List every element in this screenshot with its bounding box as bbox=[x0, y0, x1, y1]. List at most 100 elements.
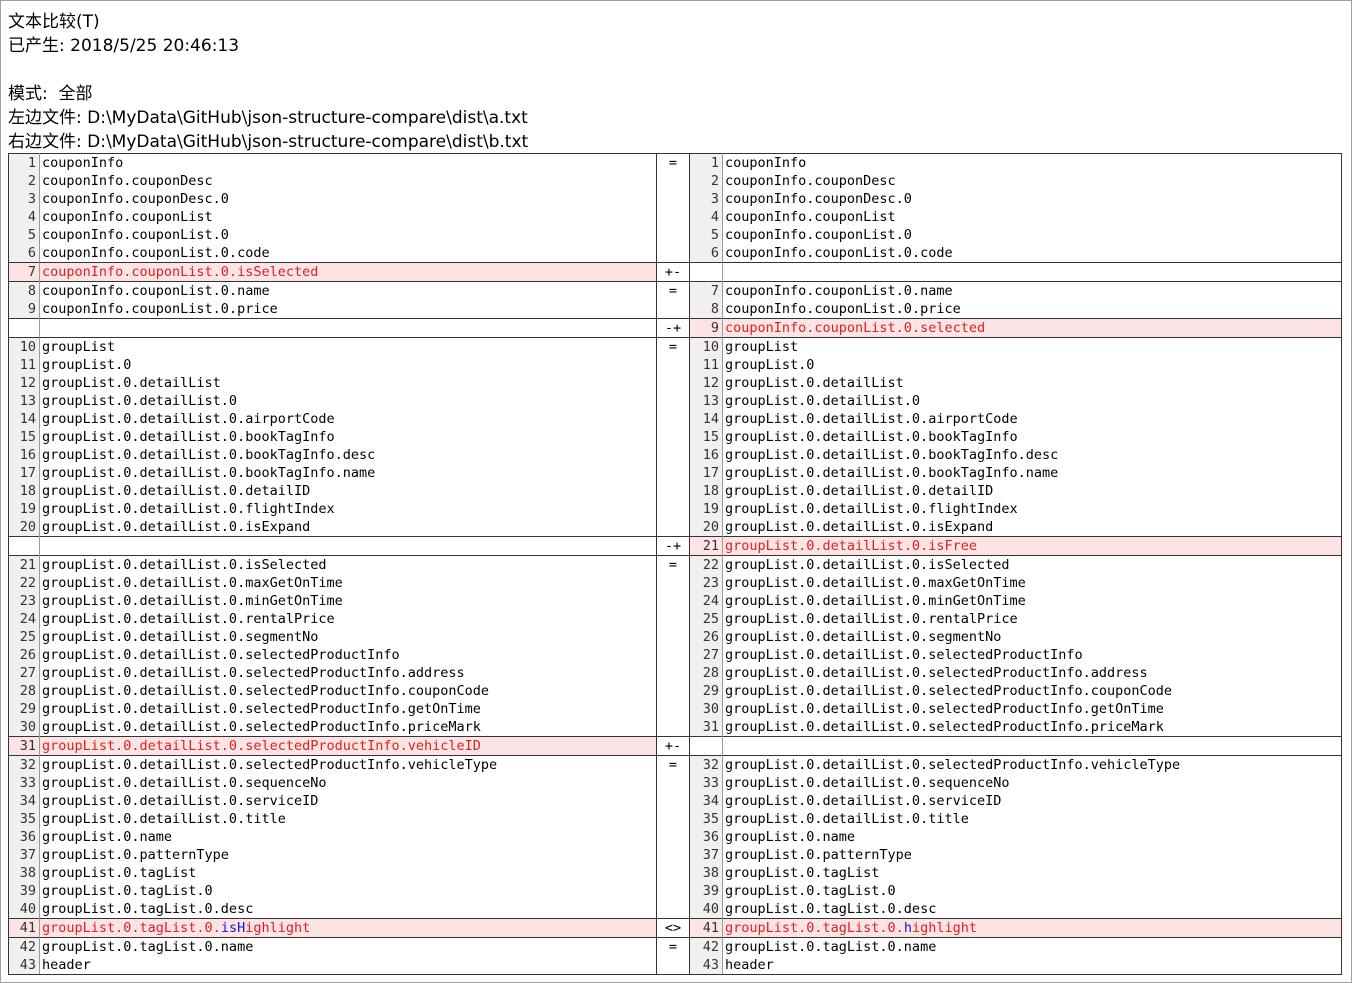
right-line-text: groupList.0.detailList.0.selectedProduct… bbox=[722, 718, 1342, 737]
right-line-text: groupList.0.detailList.0 bbox=[722, 392, 1342, 410]
right-line-text: couponInfo.couponDesc.0 bbox=[722, 190, 1342, 208]
report-header: 文本比较(T) 已产生: 2018/5/25 20:46:13 模式: 全部 左… bbox=[8, 10, 528, 154]
diff-operator bbox=[656, 718, 690, 737]
diff-operator: = bbox=[656, 281, 690, 300]
left-line-text: groupList.0.detailList.0.maxGetOnTime bbox=[42, 575, 343, 591]
diff-row: 11 groupList.0 11 groupList.0 bbox=[8, 356, 1342, 374]
right-line-number: 39 bbox=[689, 882, 723, 900]
left-line-number: 13 bbox=[8, 392, 40, 410]
diff-row: 25 groupList.0.detailList.0.segmentNo 26 gr… bbox=[8, 628, 1342, 646]
left-line-text: groupList.0 bbox=[42, 357, 132, 373]
diff-operator: +- bbox=[656, 736, 690, 756]
left-line-text: groupList.0.detailList.0.airportCode bbox=[42, 411, 335, 427]
diff-row: 6 couponInfo.couponList.0.code 6 couponInfo… bbox=[8, 244, 1342, 263]
right-line-text: groupList.0.detailList.0.selectedProduct… bbox=[722, 682, 1342, 700]
diff-operator: <> bbox=[656, 918, 690, 938]
left-line-number: 37 bbox=[8, 846, 40, 864]
right-line-number: 16 bbox=[689, 446, 723, 464]
diff-operator bbox=[656, 828, 690, 846]
left-line-text: groupList.0.detailList.0.bookTagInfo bbox=[42, 429, 335, 445]
right-line-text: groupList.0.detailList.0.sequenceNo bbox=[722, 774, 1342, 792]
diff-operator bbox=[656, 592, 690, 610]
diff-operator bbox=[656, 700, 690, 718]
diff-operator: = bbox=[656, 153, 690, 172]
left-line-number: 12 bbox=[8, 374, 40, 392]
left-line-number: 1 bbox=[8, 153, 40, 172]
left-line-text: groupList.0.detailList.0.sequenceNo bbox=[42, 775, 327, 791]
right-line-text: groupList bbox=[722, 337, 1342, 356]
diff-row-changed: 31 groupList.0.detailList.0.selectedProdu… bbox=[8, 736, 1342, 756]
diff-row: 32 groupList.0.detailList.0.selectedProdu… bbox=[8, 755, 1342, 774]
right-line-number: 12 bbox=[689, 374, 723, 392]
left-line-number: 42 bbox=[8, 937, 40, 956]
right-line-number: 6 bbox=[689, 244, 723, 263]
diff-row: 14 groupList.0.detailList.0.airportCode 14… bbox=[8, 410, 1342, 428]
right-line-number: 35 bbox=[689, 810, 723, 828]
left-line-text: couponInfo bbox=[39, 153, 657, 172]
right-line-number: 9 bbox=[689, 318, 723, 338]
right-line-text: groupList.0.detailList.0.airportCode bbox=[722, 410, 1342, 428]
right-line-text bbox=[722, 262, 1342, 282]
right-line-text: groupList.0.detailList.0.selectedProduct… bbox=[722, 646, 1342, 664]
diff-operator bbox=[656, 410, 690, 428]
diff-operator bbox=[656, 956, 690, 975]
diff-row: 8 couponInfo.couponList.0.name = 7 couponInf… bbox=[8, 281, 1342, 300]
left-line-text: couponInfo.couponList.0 bbox=[42, 227, 229, 243]
diff-table: 1 couponInfo = 1 couponInfo 2 couponInfo.coupo… bbox=[8, 153, 1342, 975]
right-line-text: groupList.0.detailList.0.isExpand bbox=[722, 518, 1342, 537]
right-line-number: 2 bbox=[689, 172, 723, 190]
left-line-number: 9 bbox=[8, 300, 40, 319]
diff-operator bbox=[656, 792, 690, 810]
left-line-text: groupList.0.tagList.0 bbox=[42, 883, 213, 899]
right-line-text: groupList.0.detailList.0.title bbox=[722, 810, 1342, 828]
diff-operator bbox=[656, 482, 690, 500]
right-line-text bbox=[722, 736, 1342, 756]
diff-row: 13 groupList.0.detailList.0 13 groupList.0.… bbox=[8, 392, 1342, 410]
diff-operator bbox=[656, 518, 690, 537]
right-line-number: 28 bbox=[689, 664, 723, 682]
right-line-number: 36 bbox=[689, 828, 723, 846]
diff-row: 21 groupList.0.detailList.0.isSelected = 22… bbox=[8, 555, 1342, 574]
left-line-number: 2 bbox=[8, 172, 40, 190]
diff-operator bbox=[656, 900, 690, 919]
diff-operator: -+ bbox=[656, 536, 690, 556]
diff-row: 39 groupList.0.tagList.0 39 groupList.0.tag… bbox=[8, 882, 1342, 900]
left-line-number: 20 bbox=[8, 518, 40, 537]
diff-operator bbox=[656, 810, 690, 828]
diff-operator bbox=[656, 244, 690, 263]
left-line-number: 15 bbox=[8, 428, 40, 446]
right-line-number: 17 bbox=[689, 464, 723, 482]
left-line-number: 19 bbox=[8, 500, 40, 518]
diff-row-changed: 7 couponInfo.couponList.0.isSelected +- bbox=[8, 262, 1342, 282]
left-line-number: 4 bbox=[8, 208, 40, 226]
diff-operator bbox=[656, 190, 690, 208]
diff-operator bbox=[656, 172, 690, 190]
left-line-text: groupList.0.detailList.0.detailID bbox=[42, 483, 311, 499]
right-line-number: 24 bbox=[689, 592, 723, 610]
left-line-text: couponInfo.couponList.0.name bbox=[39, 281, 657, 300]
diff-operator bbox=[656, 882, 690, 900]
diff-operator bbox=[656, 664, 690, 682]
left-line-text: groupList.0.tagList.0.name bbox=[39, 937, 657, 956]
right-line-number: 40 bbox=[689, 900, 723, 919]
left-line-text: groupList.0.detailList.0.isExpand bbox=[42, 519, 311, 535]
right-line-text: groupList.0.tagList.0.highlight bbox=[722, 918, 1342, 938]
changed-fragment: h bbox=[903, 920, 912, 936]
right-line-number: 31 bbox=[689, 718, 723, 737]
left-line-number: 39 bbox=[8, 882, 40, 900]
diff-row: 28 groupList.0.detailList.0.selectedProdu… bbox=[8, 682, 1342, 700]
left-line-text: groupList.0.tagList bbox=[42, 865, 197, 881]
right-line-text: groupList.0 bbox=[722, 356, 1342, 374]
diff-operator bbox=[656, 864, 690, 882]
diff-operator: = bbox=[656, 755, 690, 774]
diff-row: 34 groupList.0.detailList.0.serviceID 34 gr… bbox=[8, 792, 1342, 810]
generated-timestamp: 已产生: 2018/5/25 20:46:13 bbox=[8, 36, 240, 56]
right-line-text: groupList.0.tagList.0.name bbox=[722, 937, 1342, 956]
right-line-number: 34 bbox=[689, 792, 723, 810]
diff-row: 18 groupList.0.detailList.0.detailID 18 gro… bbox=[8, 482, 1342, 500]
left-line-text: couponInfo.couponDesc.0 bbox=[42, 191, 229, 207]
right-line-number: 23 bbox=[689, 574, 723, 592]
right-line-text: groupList.0.detailList.0.maxGetOnTime bbox=[722, 574, 1342, 592]
diff-row: 37 groupList.0.patternType 37 groupList.0.p… bbox=[8, 846, 1342, 864]
left-line-number: 24 bbox=[8, 610, 40, 628]
